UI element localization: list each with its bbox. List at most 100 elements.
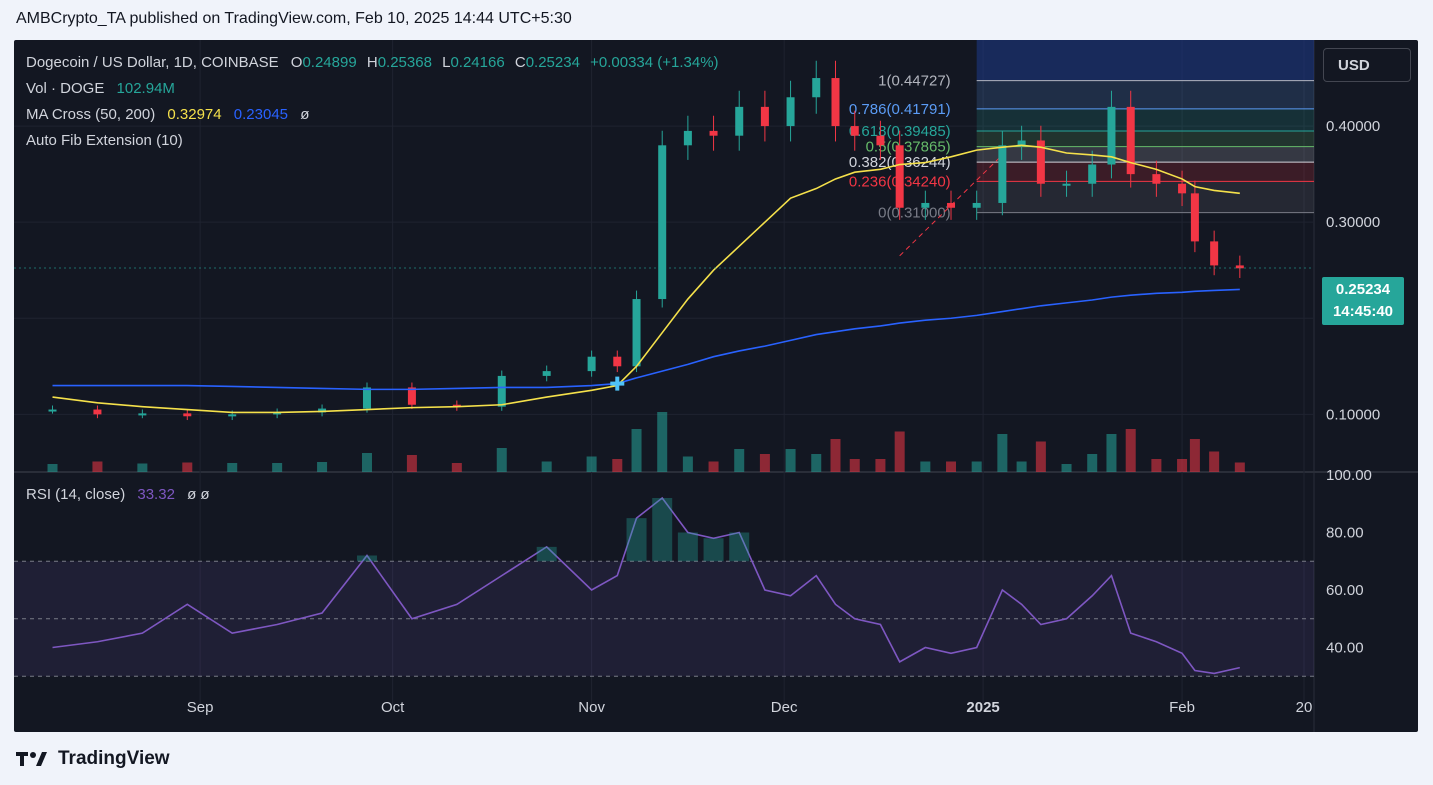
volume-bar — [317, 462, 328, 472]
fib-level-label: 0(0.31000) — [878, 205, 951, 222]
candle-body — [1062, 183, 1071, 186]
rsi-value: 33.32 — [137, 486, 175, 503]
fib-band — [976, 108, 1314, 132]
volume-bar — [451, 463, 462, 472]
volume-bar — [92, 461, 103, 472]
candle-body — [1178, 183, 1187, 194]
ma50-value: 0.32974 — [167, 106, 222, 123]
volume-bar — [47, 464, 58, 472]
candle-body — [632, 299, 641, 367]
candle-body — [812, 78, 821, 98]
candle-body — [1088, 164, 1097, 184]
candle-body — [947, 202, 956, 208]
candle-body — [683, 130, 692, 146]
volume-bar — [137, 463, 148, 472]
time-tick-label: 2025 — [966, 699, 999, 716]
volume-bar — [272, 463, 283, 472]
volume-bar — [1061, 464, 1072, 472]
volume-bar — [830, 439, 841, 472]
fib-band — [976, 181, 1314, 213]
close-value: 0.25234 — [525, 54, 580, 71]
open-label: O — [290, 54, 303, 71]
volume-label: Vol · DOGE — [26, 80, 105, 97]
symbol-legend: Dogecoin / US Dollar, 1D, COINBASE O0.24… — [26, 54, 719, 71]
rsi-overbought-fill — [703, 538, 724, 562]
ma200-line — [52, 288, 1240, 391]
volume-bar — [1125, 429, 1136, 472]
volume-bar — [1016, 461, 1027, 472]
time-tick-label: Sep — [187, 699, 214, 716]
volume-bar — [541, 461, 552, 472]
rsi-overbought-fill — [652, 498, 673, 562]
volume-bar — [875, 459, 886, 472]
candle-body — [48, 409, 57, 412]
volume-bar — [894, 431, 905, 472]
volume-bar — [971, 461, 982, 472]
volume-value: 102.94M — [116, 80, 175, 97]
rsi-overbought-fill — [536, 546, 557, 562]
volume-bar — [1209, 451, 1220, 472]
volume-bar — [1087, 454, 1098, 472]
fib-level-label: 0.786(0.41791) — [849, 101, 951, 118]
volume-bar — [406, 455, 417, 472]
candle-body — [497, 375, 506, 407]
price-tick-label: 0.10000 — [1326, 406, 1380, 423]
volume-bar — [946, 461, 957, 472]
last-price-value: 0.25234 — [1335, 281, 1391, 298]
price-tick-label: 0.40000 — [1326, 118, 1380, 135]
chart-canvas[interactable]: 0.400000.300000.200000.10000SepOctNovDec… — [14, 40, 1418, 732]
volume-bar — [920, 461, 931, 472]
time-tick-label: Feb — [1169, 699, 1195, 716]
fib-label: Auto Fib Extension (10) — [26, 132, 183, 149]
candle-body — [1190, 193, 1199, 242]
volume-bar — [682, 456, 693, 472]
fib-band — [976, 162, 1314, 182]
countdown-timer: 14:45:40 — [1332, 303, 1394, 320]
candle-body — [786, 97, 795, 127]
volume-bar — [657, 412, 668, 472]
volume-bar — [759, 454, 770, 472]
rsi-overbought-fill — [626, 518, 647, 562]
candle-body — [709, 130, 718, 136]
footer-brand[interactable]: TradingView — [16, 748, 170, 770]
low-value: 0.24166 — [450, 54, 505, 71]
rsi-visibility-icons[interactable]: ø ø — [187, 486, 210, 503]
volume-bar — [496, 448, 507, 472]
volume-axis-label: 100.00 — [1326, 467, 1372, 484]
candle-body — [735, 106, 744, 136]
high-value: 0.25368 — [377, 54, 432, 71]
fib-band — [976, 146, 1314, 163]
price-tick-label: 0.30000 — [1326, 214, 1380, 231]
candle-body — [876, 135, 885, 146]
publish-line: AMBCrypto_TA published on TradingView.co… — [16, 10, 572, 27]
volume-bar — [182, 462, 193, 472]
ma-label: MA Cross (50, 200) — [26, 106, 156, 123]
time-tick-label: Nov — [578, 699, 605, 716]
candle-body — [613, 356, 622, 367]
candle-body — [183, 413, 192, 417]
volume-bar — [1035, 441, 1046, 472]
candle-body — [138, 413, 147, 416]
high-label: H — [366, 54, 378, 71]
rsi-tick-label: 40.00 — [1326, 640, 1364, 657]
brand-name: TradingView — [58, 748, 170, 769]
candle-body — [362, 387, 371, 409]
candle-body — [658, 145, 667, 300]
volume-bar — [361, 453, 372, 472]
volume-bar — [708, 461, 719, 472]
chart-frame[interactable]: 0.400000.300000.200000.10000SepOctNovDec… — [14, 40, 1418, 732]
fib-band — [976, 80, 1314, 109]
candle-body — [93, 409, 102, 415]
time-tick-label: Oct — [381, 699, 405, 716]
candle-body — [542, 371, 551, 376]
ma-visibility-icon[interactable]: ø — [300, 106, 309, 123]
currency-button[interactable]: USD — [1323, 48, 1411, 82]
candle-body — [831, 78, 840, 127]
fib-zone-top — [976, 40, 1314, 81]
close-label: C — [514, 54, 526, 71]
candle-body — [921, 202, 930, 208]
tradingview-logo-icon — [16, 752, 47, 766]
open-value: 0.24899 — [302, 54, 357, 71]
time-tick-label: Dec — [771, 699, 798, 716]
candle-body — [587, 356, 596, 372]
